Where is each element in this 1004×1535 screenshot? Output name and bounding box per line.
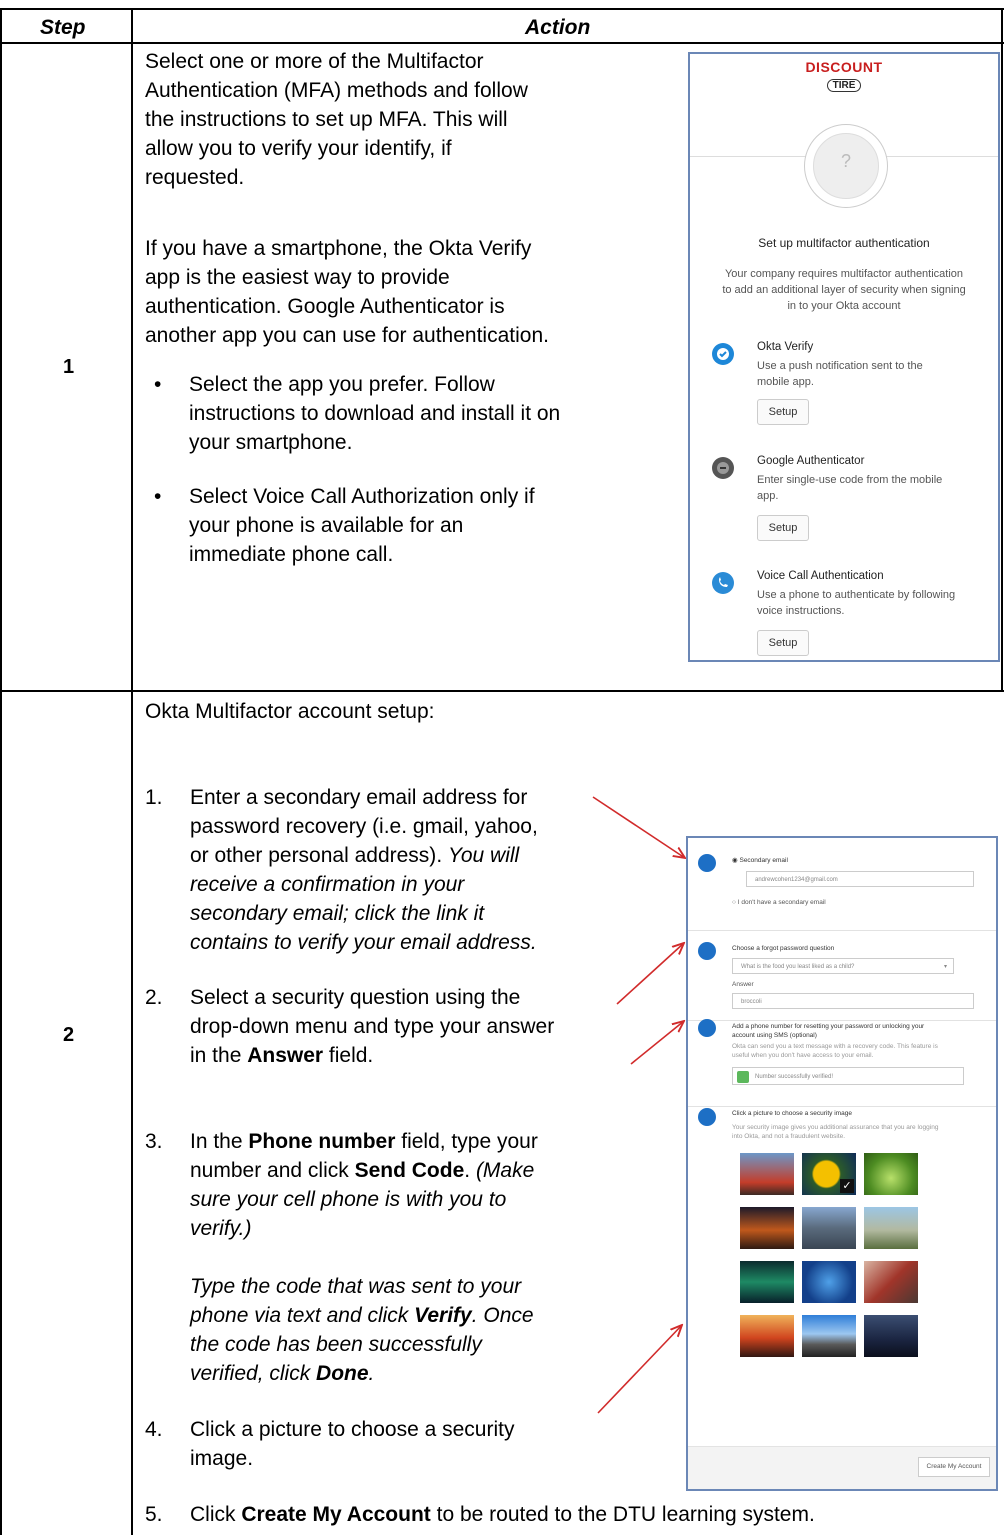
footer-bar: Create My Account <box>688 1446 996 1489</box>
checkmark-icon: ✓ <box>840 1179 854 1193</box>
security-image-option[interactable] <box>740 1153 794 1195</box>
secondary-email-radio[interactable]: ◉ Secondary email <box>732 856 788 865</box>
security-image-option[interactable] <box>740 1207 794 1249</box>
security-image-option[interactable] <box>864 1315 918 1357</box>
security-image-option[interactable] <box>802 1261 856 1303</box>
phone-description: Okta can send you a text message with a … <box>732 1043 938 1059</box>
arrow-image <box>597 1325 682 1414</box>
divider <box>688 1020 996 1021</box>
security-image-option[interactable] <box>802 1315 856 1357</box>
phone-title: Add a phone number for resetting your pa… <box>732 1023 925 1039</box>
phone-icon <box>698 1019 716 1037</box>
divider <box>688 1106 996 1107</box>
answer-input[interactable]: broccoli <box>732 993 974 1009</box>
lock-icon <box>698 942 716 960</box>
security-image-option[interactable] <box>740 1315 794 1357</box>
security-image-option[interactable] <box>864 1207 918 1249</box>
arrow-phone <box>630 1021 684 1065</box>
email-icon <box>698 854 716 872</box>
no-secondary-email-radio[interactable]: ○ I don't have a secondary email <box>732 898 826 907</box>
security-question-select[interactable]: What is the food you least liked as a ch… <box>732 958 954 974</box>
image-title: Click a picture to choose a security ima… <box>732 1110 852 1117</box>
security-image-option[interactable] <box>864 1261 918 1303</box>
divider <box>688 930 996 931</box>
security-image-option[interactable]: ✓ <box>802 1153 856 1195</box>
arrow-email <box>592 796 685 858</box>
question-label: Choose a forgot password question <box>732 945 835 952</box>
arrow-question <box>616 943 684 1005</box>
account-setup-screenshot: ◉ Secondary email andrewcohen1234@gmail.… <box>686 836 998 1491</box>
security-image-option[interactable] <box>740 1261 794 1303</box>
image-description: Your security image gives you additional… <box>732 1124 939 1140</box>
security-image-option[interactable] <box>864 1153 918 1195</box>
create-my-account-button[interactable]: Create My Account <box>918 1457 990 1477</box>
image-icon <box>698 1108 716 1126</box>
security-image-option[interactable] <box>802 1207 856 1249</box>
chevron-down-icon: ▾ <box>943 964 947 970</box>
check-icon <box>737 1071 749 1083</box>
secondary-email-input[interactable]: andrewcohen1234@gmail.com <box>746 871 974 887</box>
answer-label: Answer <box>732 981 754 988</box>
phone-status-field: Number successfully verified! <box>732 1067 964 1085</box>
